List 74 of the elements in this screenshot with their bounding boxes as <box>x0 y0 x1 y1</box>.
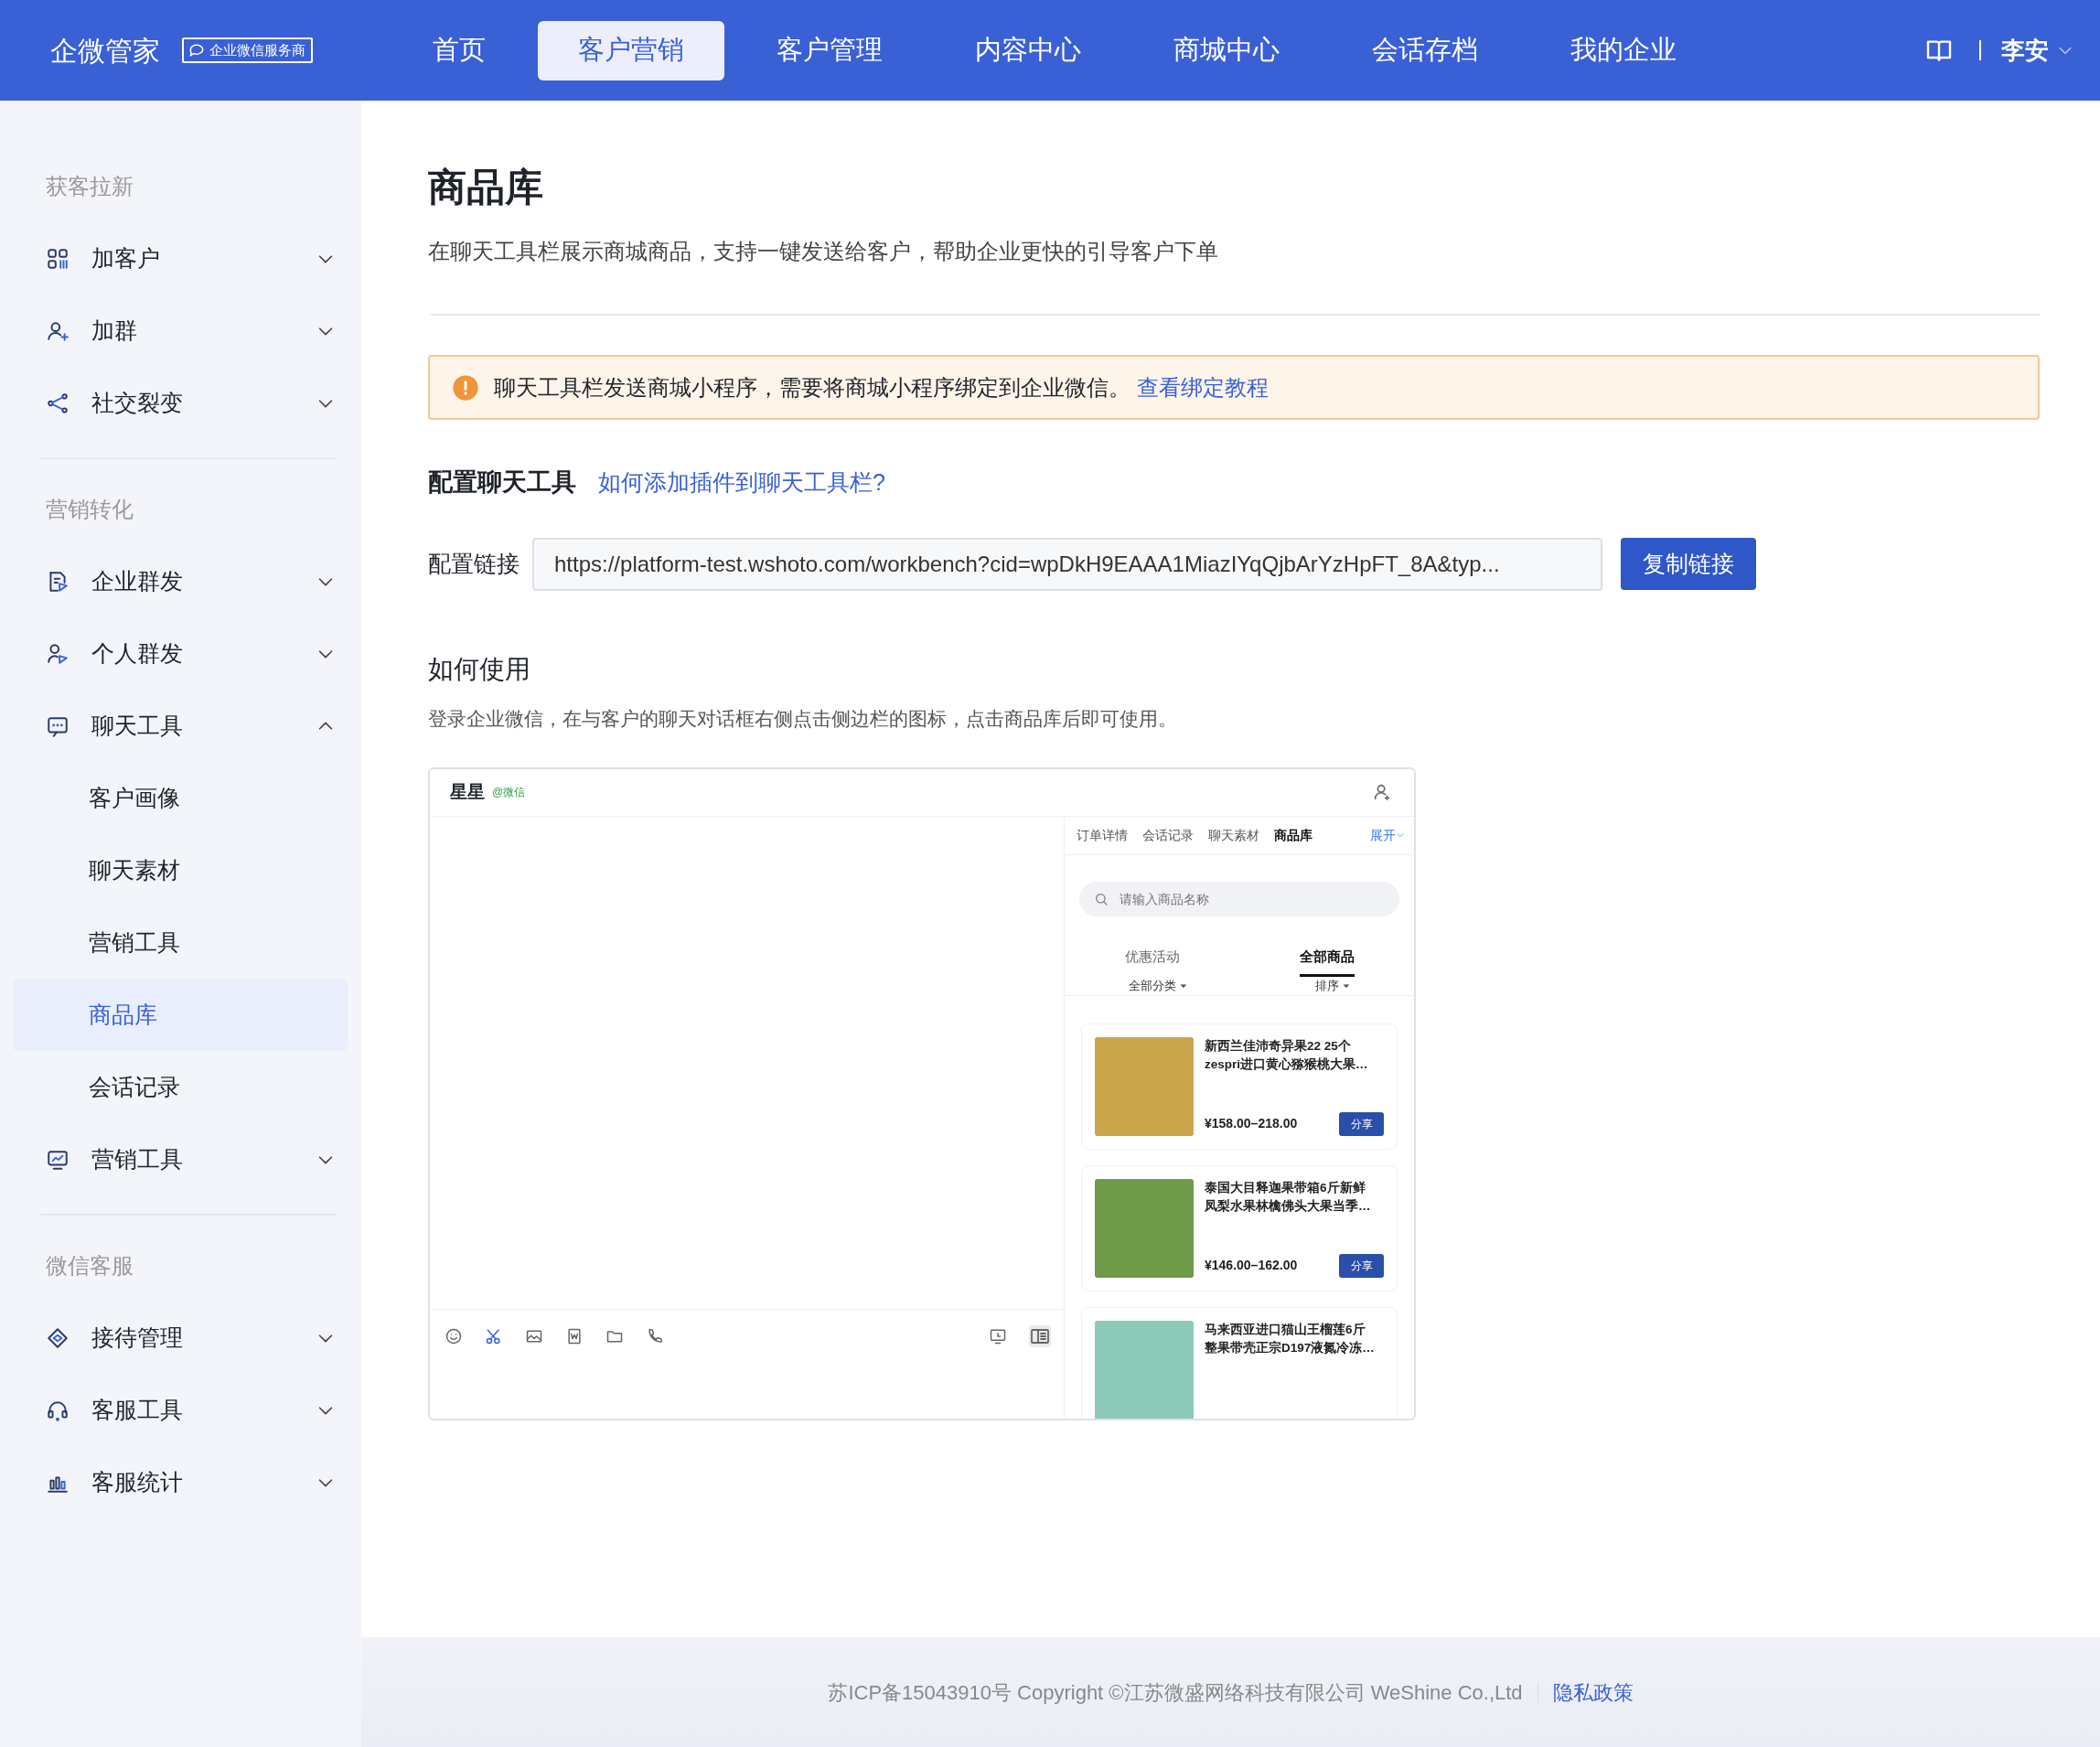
page-title: 商品库 <box>428 165 544 210</box>
panel-tab[interactable]: 商品库 <box>1274 825 1312 845</box>
field-label: 配置链接 <box>428 549 520 578</box>
grid-icon <box>46 246 70 271</box>
product-title: 马来西亚进口猫山王榴莲6斤 整果带壳正宗D197液氮冷冻… <box>1205 1321 1376 1356</box>
help-link[interactable]: 如何添加插件到聊天工具栏? <box>598 465 885 499</box>
sidebar-item[interactable]: 个人群发 <box>0 617 361 690</box>
phone-icon <box>646 1326 664 1345</box>
panel-tab[interactable]: 聊天素材 <box>1208 825 1259 845</box>
sidebar-panel-icon <box>1029 1324 1051 1347</box>
nav-tab[interactable]: 内容中心 <box>935 20 1121 80</box>
chat-bubble-icon <box>188 41 206 59</box>
copy-link-button[interactable]: 复制链接 <box>1621 538 1756 590</box>
sidebar-item[interactable]: 接待管理 <box>0 1302 361 1374</box>
user-plus-icon <box>1372 782 1392 803</box>
product-price: ¥158.00–218.00 <box>1205 1115 1298 1133</box>
footer-copyright: 苏ICP备15043910号 Copyright ©江苏微盛网络科技有限公司 WeShine Co.,Ltd <box>828 1679 1523 1706</box>
nav-tab[interactable]: 我的企业 <box>1530 20 1717 80</box>
usage-description: 登录企业微信，在与客户的聊天对话框右侧点击侧边栏的图标，点击商品库后即可使用。 <box>428 706 1178 731</box>
badge-text: 企业微信服务商 <box>209 40 305 59</box>
sidebar-item[interactable]: 营销工具 <box>0 1123 361 1195</box>
segment-tab[interactable]: 全部商品 <box>1299 946 1355 978</box>
panel-tab[interactable]: 订单详情 <box>1077 825 1128 845</box>
share-button[interactable]: 分享 <box>1339 1111 1384 1136</box>
alert-text: 聊天工具栏发送商城小程序，需要将商城小程序绑定到企业微信。 查看绑定教程 <box>494 373 1269 402</box>
product-title: 新西兰佳沛奇异果22 25个 zespri进口黄心猕猴桃大果… <box>1205 1037 1369 1073</box>
section-heading: 如何使用 <box>428 653 531 685</box>
info-icon <box>452 373 479 402</box>
section-title: 获客拉新 <box>45 173 134 200</box>
product-title: 泰国大目释迦果带箱6斤新鲜 凤梨水果林檎佛头大果当季… <box>1205 1179 1372 1215</box>
sidebar-item[interactable]: 客服统计 <box>0 1446 361 1518</box>
sidebar-subitem[interactable]: 会话记录 <box>13 1051 348 1123</box>
filter-dropdown[interactable]: 全部分类 <box>1129 977 1187 995</box>
nav-tab[interactable]: 首页 <box>392 20 526 80</box>
sidebar-item[interactable]: 加客户 <box>0 222 361 295</box>
sidebar-item[interactable]: 企业群发 <box>0 545 361 617</box>
search-field[interactable]: 请输入商品名称 <box>1079 881 1399 916</box>
expand-link[interactable]: 展开 <box>1370 825 1405 845</box>
filter-dropdown[interactable]: 排序 <box>1315 977 1350 995</box>
caret-icon <box>1180 981 1187 990</box>
diamond-icon <box>46 1325 70 1350</box>
sidebar-item[interactable]: 聊天工具 <box>0 690 361 762</box>
share-button[interactable]: 分享 <box>1339 1253 1384 1278</box>
sidebar-item[interactable]: 社交裂变 <box>0 367 361 439</box>
nav-tab[interactable]: 会话存档 <box>1332 20 1518 80</box>
brand-name: 企微管家 <box>50 34 160 68</box>
user-menu[interactable]: 李安 <box>2001 32 2074 69</box>
sidebar-subitem[interactable]: 营销工具 <box>13 906 348 979</box>
nav-tab[interactable]: 客户管理 <box>736 20 923 80</box>
nav-tab[interactable]: 客户营销 <box>538 20 724 80</box>
sidebar-item[interactable]: 客服工具 <box>0 1374 361 1446</box>
panel-tab[interactable]: 会话记录 <box>1142 825 1194 845</box>
sidebar-item[interactable]: 加群 <box>0 295 361 367</box>
share-nodes-icon <box>46 391 70 415</box>
product-price: ¥146.00–162.00 <box>1205 1257 1298 1275</box>
caret-icon <box>1343 981 1350 990</box>
section-heading: 配置聊天工具 <box>428 467 576 498</box>
section-title: 微信客服 <box>45 1252 134 1280</box>
contact-source: @微信 <box>492 785 526 801</box>
smiley-icon <box>445 1326 463 1345</box>
sidebar-subitem[interactable]: 商品库 <box>13 979 348 1051</box>
page-description: 在聊天工具栏展示商城商品，支持一键发送给客户，帮助企业更快的引导客户下单 <box>428 238 1219 265</box>
segment-tab[interactable]: 优惠活动 <box>1124 946 1180 978</box>
document-icon <box>565 1326 584 1345</box>
sidebar-subitem[interactable]: 客户画像 <box>13 762 348 834</box>
tutorial-link[interactable]: 查看绑定教程 <box>1136 374 1269 400</box>
privacy-link[interactable]: 隐私政策 <box>1552 1677 1634 1708</box>
user-send-icon <box>46 641 70 666</box>
contact-name: 星星 <box>450 781 485 804</box>
nav-tab[interactable]: 商城中心 <box>1133 20 1320 80</box>
link-input-field[interactable]: https://platform-test.wshoto.com/workbench?cid=wpDkH9EAAA1MiazIYqQjbArYzHpFT_8A&typ... <box>532 537 1602 591</box>
sidebar-subitem[interactable]: 聊天素材 <box>13 834 348 906</box>
search-icon <box>1094 891 1109 906</box>
section-title: 营销转化 <box>45 496 134 523</box>
